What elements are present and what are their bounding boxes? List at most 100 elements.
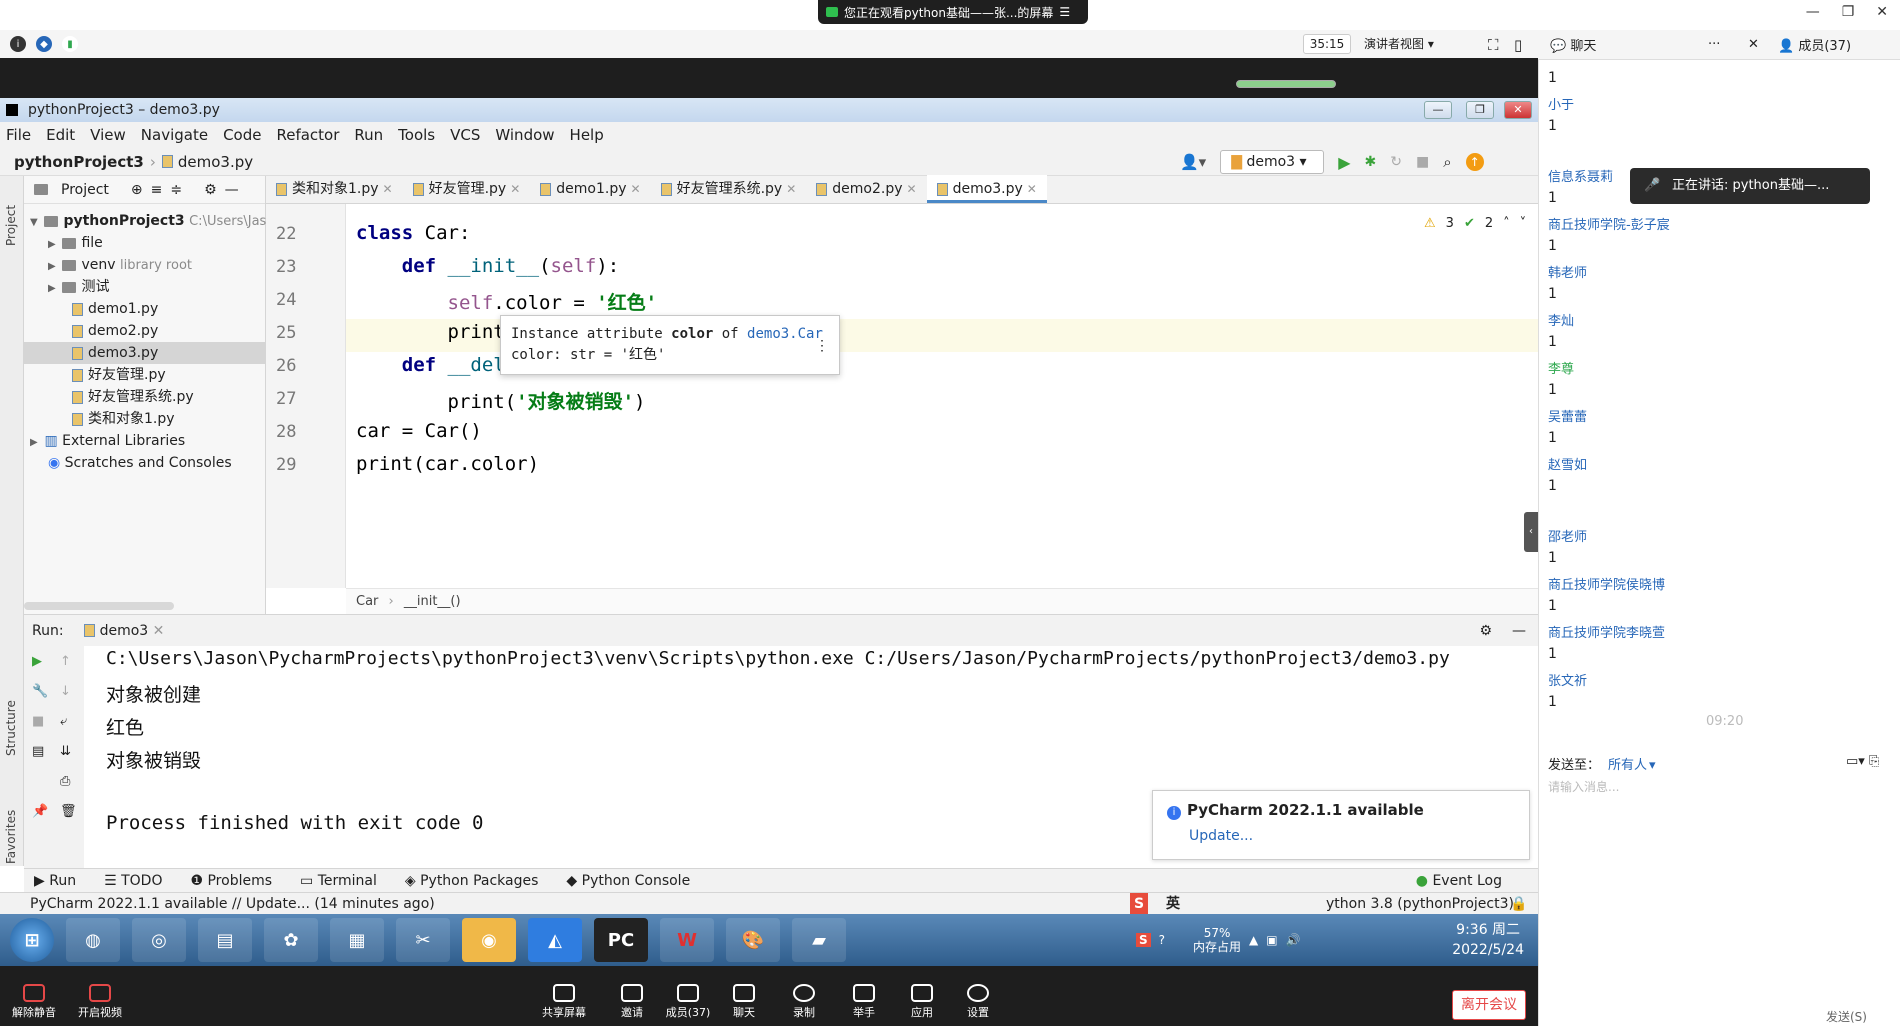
arrow-down-icon[interactable]: ↓: [60, 684, 71, 699]
bottom-tab-packages[interactable]: ◈ Python Packages: [405, 873, 539, 889]
tree-item-test[interactable]: ▶ 测试: [24, 276, 266, 298]
tab-class-obj[interactable]: 类和对象1.py ✕: [266, 175, 403, 203]
signal-icon[interactable]: ▮: [62, 36, 78, 52]
locate-icon[interactable]: ⊕: [131, 182, 143, 198]
restore-icon[interactable]: ❐: [1842, 4, 1855, 20]
scroll-end-icon[interactable]: ⇊: [60, 744, 71, 759]
menu-run[interactable]: Run: [354, 126, 383, 144]
tab-friend[interactable]: 好友管理.py ✕: [403, 175, 531, 203]
run-config-select[interactable]: ▇ demo3 ▾: [1220, 150, 1325, 174]
search-icon[interactable]: ⌕: [1443, 153, 1451, 171]
apps-button[interactable]: 应用: [892, 984, 952, 1020]
start-button[interactable]: ⊞: [10, 918, 54, 962]
taskbar-app-icon[interactable]: ✿: [264, 918, 318, 962]
view-mode-select[interactable]: 演讲者视图 ▾: [1364, 34, 1468, 54]
tree-item-friend[interactable]: 好友管理.py: [24, 364, 266, 386]
code-line-28[interactable]: car = Car(): [356, 420, 482, 442]
hide-panel-icon[interactable]: —: [225, 182, 239, 198]
tree-item-demo3[interactable]: demo3.py: [24, 342, 266, 364]
taskbar-app-icon[interactable]: ▰: [792, 918, 846, 962]
chevron-right-icon[interactable]: ▶: [48, 278, 58, 300]
shield-icon[interactable]: ◆: [36, 36, 52, 52]
menu-tools[interactable]: Tools: [398, 126, 435, 144]
print-icon[interactable]: ⎙: [60, 774, 70, 789]
meeting-icon[interactable]: ◭: [528, 918, 582, 962]
bottom-tab-console[interactable]: ◆ Python Console: [566, 873, 690, 889]
video-button[interactable]: 开启视频: [70, 984, 130, 1020]
gear-icon[interactable]: ⚙: [204, 182, 217, 198]
breadcrumb-file[interactable]: demo3.py: [178, 153, 253, 171]
calculator-icon[interactable]: ▦: [330, 918, 384, 962]
structure-tool-button[interactable]: Structure: [4, 676, 18, 756]
event-log-button[interactable]: ● Event Log: [1416, 873, 1502, 889]
members-button[interactable]: 成员(37): [658, 984, 718, 1020]
members-tab[interactable]: 👤 成员(37): [1770, 35, 1851, 54]
ide-minimize-button[interactable]: —: [1424, 101, 1452, 119]
close-icon[interactable]: ✕: [1748, 37, 1770, 52]
close-tab-icon[interactable]: ✕: [510, 182, 520, 196]
chevron-up-icon[interactable]: ˄: [1503, 216, 1510, 231]
gear-icon[interactable]: ⚙: [1479, 623, 1492, 639]
screen-share-banner[interactable]: 您正在观看python基础——张...的屏幕 ☰: [818, 0, 1088, 24]
code-line-27[interactable]: print('对象被销毁'): [356, 387, 646, 414]
update-link[interactable]: Update...: [1189, 828, 1515, 844]
chat-button[interactable]: 聊天: [714, 984, 774, 1020]
clock[interactable]: 9:36 周二 2022/5/24: [1452, 920, 1524, 960]
menu-view[interactable]: View: [90, 126, 126, 144]
expand-all-icon[interactable]: ≡: [151, 182, 163, 198]
code-line-23[interactable]: def __init__(self):: [356, 255, 619, 277]
paint-icon[interactable]: 🎨: [726, 918, 780, 962]
sogou-tray-icon[interactable]: S: [1136, 933, 1151, 947]
chevron-right-icon[interactable]: ▶: [30, 432, 40, 454]
update-notification[interactable]: i PyCharm 2022.1.1 available Update...: [1152, 790, 1530, 860]
menu-navigate[interactable]: Navigate: [141, 126, 208, 144]
minimize-icon[interactable]: —: [1806, 4, 1820, 20]
stop-icon[interactable]: ■: [32, 714, 44, 729]
tab-demo1[interactable]: demo1.py ✕: [530, 175, 650, 203]
menu-icon[interactable]: ☰: [1059, 5, 1070, 19]
rerun-icon[interactable]: ▶: [32, 654, 42, 669]
close-tab-icon[interactable]: ✕: [631, 182, 641, 196]
user-icon[interactable]: 👤▾: [1180, 153, 1206, 171]
bottom-tab-run[interactable]: ▶ Run: [34, 873, 76, 889]
coverage-icon[interactable]: ↻: [1390, 154, 1402, 170]
tray-arrow-icon[interactable]: ▲: [1249, 933, 1258, 947]
horizontal-scrollbar[interactable]: [24, 602, 174, 610]
update-icon[interactable]: ↑: [1465, 153, 1484, 171]
send-to[interactable]: 发送至： 所有人 ▾: [1548, 754, 1656, 773]
lock-icon[interactable]: 🔒: [1510, 893, 1527, 915]
bottom-tab-problems[interactable]: ❶ Problems: [190, 873, 272, 889]
menu-code[interactable]: Code: [223, 126, 261, 144]
run-icon[interactable]: ▶: [1338, 153, 1350, 172]
wechat-icon[interactable]: ◉: [462, 918, 516, 962]
raise-hand-button[interactable]: 举手: [834, 984, 894, 1020]
ime-mode[interactable]: 英: [1166, 893, 1180, 915]
code-line-22[interactable]: class Car:: [356, 222, 470, 244]
code-line-26[interactable]: def __del: [356, 354, 505, 376]
chevron-right-icon[interactable]: ▶: [48, 256, 58, 278]
menu-vcs[interactable]: VCS: [450, 126, 480, 144]
run-tab[interactable]: demo3 ✕: [83, 623, 165, 639]
code-line-24[interactable]: self.color = '红色': [356, 288, 658, 315]
chat-tools-icon[interactable]: ▭▾ ⎘: [1846, 754, 1879, 769]
explorer-icon[interactable]: ▤: [198, 918, 252, 962]
close-tab-icon[interactable]: ✕: [786, 182, 796, 196]
send-to-select[interactable]: 所有人: [1608, 758, 1647, 773]
wps-icon[interactable]: W: [660, 918, 714, 962]
code-line-29[interactable]: print(car.color): [356, 453, 539, 475]
close-tab-icon[interactable]: ✕: [383, 182, 393, 196]
tree-item-class-obj[interactable]: 类和对象1.py: [24, 408, 266, 430]
debug-icon[interactable]: ✱: [1365, 154, 1377, 170]
inspection-widget[interactable]: ⚠ 3 ✔ 2 ˄ ˅: [1424, 216, 1526, 231]
bottom-tab-terminal[interactable]: ▭ Terminal: [300, 873, 377, 889]
trash-icon[interactable]: 🗑: [60, 804, 77, 819]
tree-item-demo1[interactable]: demo1.py: [24, 298, 266, 320]
taskbar-app-icon[interactable]: ◍: [66, 918, 120, 962]
send-button[interactable]: 发送(S): [1826, 1008, 1867, 1025]
close-tab-icon[interactable]: ✕: [153, 623, 165, 639]
volume-icon[interactable]: 🔊: [1286, 933, 1301, 947]
bottom-tab-todo[interactable]: ☰ TODO: [104, 873, 162, 889]
crumb-class[interactable]: Car: [356, 594, 378, 609]
tree-item-demo2[interactable]: demo2.py: [24, 320, 266, 342]
leave-meeting-button[interactable]: 离开会议: [1452, 990, 1526, 1020]
